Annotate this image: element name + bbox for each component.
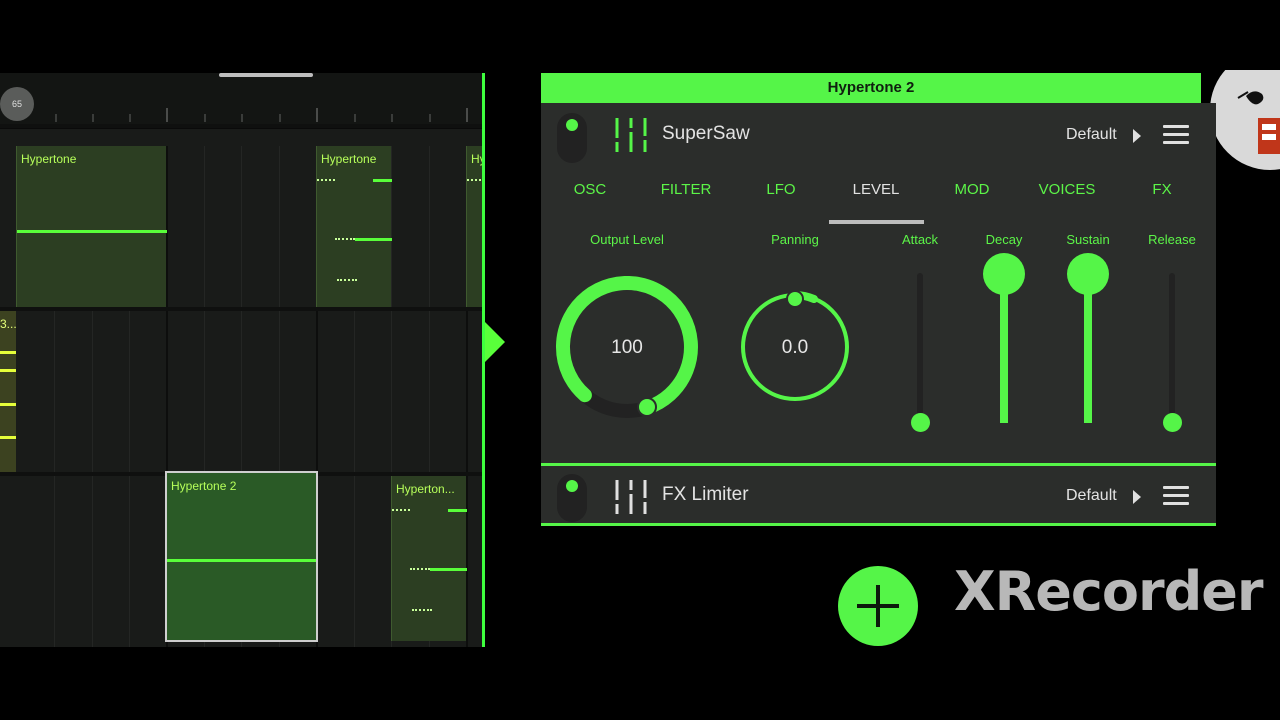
note-line — [0, 436, 16, 439]
release-slider-thumb[interactable] — [1163, 413, 1182, 432]
panning-label: Panning — [771, 232, 819, 247]
power-toggle[interactable] — [557, 474, 587, 522]
tab-voices[interactable]: VOICES — [1039, 181, 1096, 198]
ruler-tick — [204, 114, 206, 122]
add-effect-button[interactable] — [838, 566, 918, 646]
tab-level[interactable]: LEVEL — [853, 181, 900, 198]
power-toggle[interactable] — [557, 113, 587, 163]
ruler-tick — [429, 114, 431, 122]
note-dots — [335, 238, 355, 241]
panning-value: 0.0 — [781, 337, 809, 358]
clip-hypertone[interactable]: Hyperton... — [391, 476, 467, 641]
tab-fx[interactable]: FX — [1152, 181, 1171, 198]
release-label: Release — [1148, 232, 1196, 247]
ruler-tick — [316, 108, 318, 122]
fx-preset-selector[interactable]: Default — [1066, 487, 1117, 505]
tab-filter[interactable]: FILTER — [661, 181, 712, 198]
fx-name: FX Limiter — [662, 484, 749, 505]
output-level-value: 100 — [611, 337, 643, 358]
note-line — [355, 238, 392, 241]
tab-mod[interactable]: MOD — [955, 181, 990, 198]
fx-limiter-strip: FX Limiter Default — [541, 463, 1216, 526]
clip-label: 3... — [0, 317, 16, 331]
ruler-tick — [391, 114, 393, 122]
synth-name: SuperSaw — [662, 123, 750, 144]
clip-hypertone-2-selected[interactable]: Hypertone 2 — [165, 471, 318, 642]
mixer-icon[interactable] — [613, 480, 649, 514]
clip-hypertone[interactable]: Hypertone — [16, 146, 167, 307]
track-lane-2[interactable]: 3... — [0, 311, 484, 472]
note-line — [167, 559, 316, 562]
decay-slider-thumb[interactable] — [983, 253, 1025, 295]
track-lane-3[interactable]: Hypertone 2 Hyperton... — [0, 471, 484, 647]
panel-title: Hypertone 2 — [541, 73, 1201, 103]
note-line — [430, 568, 467, 571]
timeline-ruler[interactable] — [0, 73, 484, 129]
note-dots — [410, 568, 430, 571]
synth-header: SuperSaw Default — [541, 103, 1216, 163]
preset-selector[interactable]: Default — [1066, 126, 1117, 144]
ruler-tick — [354, 114, 356, 122]
note-dots — [317, 179, 335, 182]
note-line — [448, 509, 467, 512]
tab-lfo[interactable]: LFO — [766, 181, 795, 198]
chevron-right-icon[interactable] — [1133, 129, 1141, 143]
note-line — [0, 351, 16, 354]
ruler-baseline — [0, 124, 484, 128]
chevron-right-icon[interactable] — [1133, 490, 1141, 504]
sustain-slider-fill — [1084, 275, 1092, 423]
note-line — [373, 179, 392, 182]
ruler-tick — [279, 114, 281, 122]
ruler-tick — [166, 108, 168, 122]
decay-label: Decay — [985, 232, 1023, 247]
recorder-watermark: XRecorder — [954, 560, 1263, 623]
sustain-slider-thumb[interactable] — [1067, 253, 1109, 295]
clip-hypertone[interactable]: Hypertone — [316, 146, 392, 307]
note-dots — [412, 609, 432, 612]
note-line — [0, 369, 16, 372]
tab-osc[interactable]: OSC — [574, 181, 607, 198]
scroll-indicator[interactable] — [219, 73, 313, 77]
position-badge[interactable]: 65 — [0, 87, 34, 121]
ruler-tick — [466, 108, 468, 122]
attack-slider-thumb[interactable] — [911, 413, 930, 432]
synth-panel: SuperSaw Default OSC FILTER LFO LEVEL MO… — [541, 103, 1216, 463]
arrangement-view[interactable]: 65 Hypertone Hypertone Hy 3... — [0, 73, 484, 647]
ruler-tick — [92, 114, 94, 122]
clip-label: Hyperton... — [396, 482, 455, 496]
mixer-icon[interactable] — [613, 118, 649, 152]
decay-slider-fill — [1000, 275, 1008, 423]
hamburger-menu-icon[interactable] — [1163, 125, 1189, 145]
ruler-tick — [241, 114, 243, 122]
clip-label: Hypertone 2 — [171, 479, 237, 493]
hamburger-menu-icon[interactable] — [1163, 486, 1189, 506]
sustain-label: Sustain — [1066, 232, 1110, 247]
ruler-tick — [55, 114, 57, 122]
release-slider-track[interactable] — [1169, 273, 1175, 423]
clip-label: Hypertone — [321, 152, 377, 166]
attack-slider-track[interactable] — [917, 273, 923, 423]
track-lane-1[interactable]: Hypertone Hypertone Hy — [0, 146, 484, 307]
attack-label: Attack — [901, 232, 939, 247]
playhead-arrow-icon[interactable] — [485, 322, 505, 362]
note-line — [17, 230, 167, 233]
note-dots — [392, 509, 410, 512]
clip-label: Hypertone — [21, 152, 77, 166]
note-dots — [337, 279, 357, 282]
note-line — [0, 403, 16, 406]
output-level-label: Output Level — [590, 232, 664, 247]
clip-partial[interactable]: 3... — [0, 311, 16, 472]
active-tab-indicator — [829, 220, 924, 224]
ruler-tick — [129, 114, 131, 122]
